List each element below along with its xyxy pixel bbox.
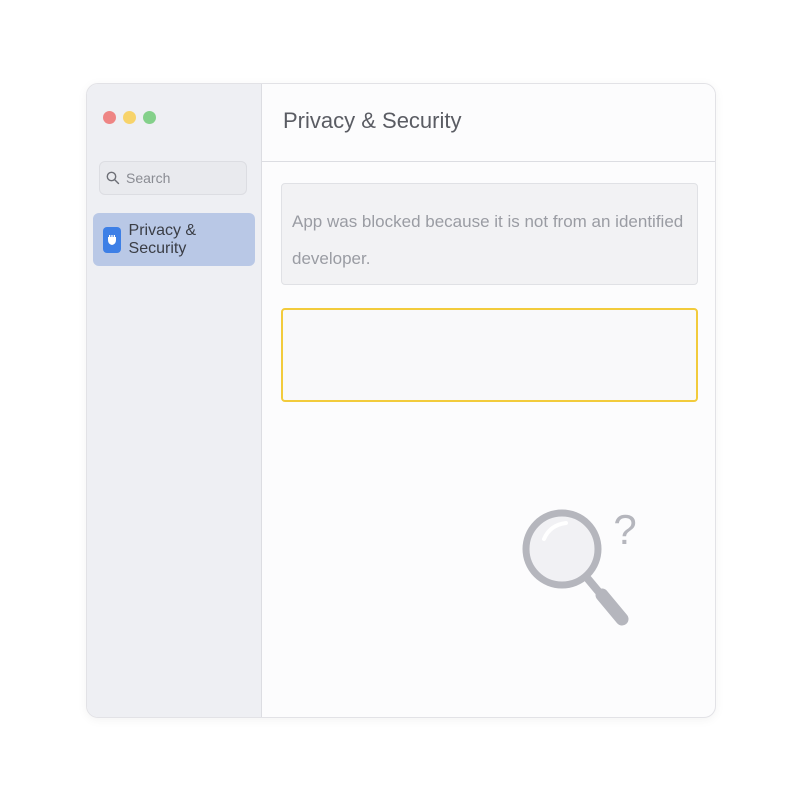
search-input[interactable] (126, 170, 236, 186)
magnifier-question-icon: ? (516, 499, 656, 664)
question-mark: ? (613, 506, 636, 553)
sidebar-item-privacy-security[interactable]: Privacy & Security (93, 213, 255, 266)
sidebar: Privacy & Security (87, 84, 262, 717)
main-pane: Privacy & Security App was blocked becau… (262, 84, 715, 717)
minimize-window-button[interactable] (123, 111, 136, 124)
search-field[interactable] (99, 161, 247, 195)
main-header: Privacy & Security (262, 84, 715, 162)
sidebar-item-label: Privacy & Security (128, 221, 197, 257)
close-window-button[interactable] (103, 111, 116, 124)
privacy-security-icon (103, 226, 121, 253)
search-icon (106, 171, 120, 185)
blocked-app-notice: App was blocked because it is not from a… (281, 183, 698, 285)
page-title: Privacy & Security (283, 108, 462, 133)
highlighted-empty-box (281, 308, 698, 402)
zoom-window-button[interactable] (143, 111, 156, 124)
settings-window: Privacy & Security Privacy & Security Ap… (86, 83, 716, 718)
